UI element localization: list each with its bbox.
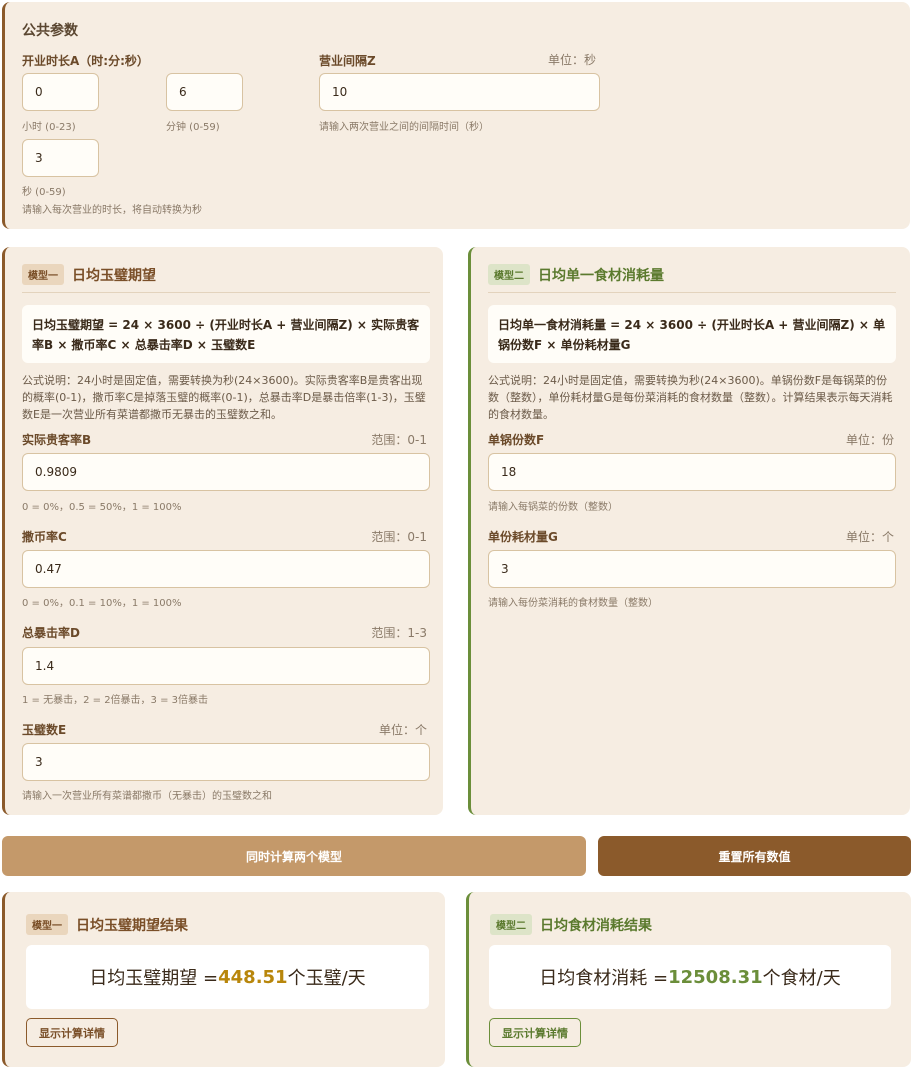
model2-header: 模型二 日均单一食材消耗量	[488, 264, 664, 285]
result2-tag: 模型二	[490, 914, 532, 935]
f-unit: 单位：份	[845, 433, 894, 447]
d-hint: 1 = 无暴击，2 = 2倍暴击，3 = 3倍暴击	[22, 695, 209, 706]
model2-tag: 模型二	[488, 264, 530, 285]
hours-hint: 小时 (0-23)	[22, 122, 76, 133]
d-label: 总暴击率D	[22, 626, 80, 640]
result2-title: 日均食材消耗结果	[540, 917, 652, 934]
interval-input[interactable]	[319, 73, 600, 111]
c-unit: 范围：0-1	[371, 530, 427, 544]
minutes-input[interactable]	[166, 73, 243, 111]
seconds-hint: 秒 (0-59)	[22, 187, 66, 198]
result2-detail-button[interactable]: 显示计算详情	[489, 1018, 581, 1047]
minutes-hint: 分钟 (0-59)	[166, 122, 220, 133]
d-unit: 范围：1-3	[371, 626, 427, 640]
model2-divider	[488, 292, 896, 293]
hours-input[interactable]	[22, 73, 99, 111]
result1-prefix: 日均玉璧期望 =	[89, 968, 219, 989]
result1-display: 日均玉璧期望 = 448.51 个玉璧/天	[26, 945, 429, 1009]
result1-header: 模型一 日均玉璧期望结果	[26, 914, 188, 935]
g-input[interactable]	[488, 550, 896, 588]
e-label: 玉璧数E	[22, 723, 67, 737]
duration-help: 请输入每次营业的时长，将自动转换为秒	[22, 205, 202, 216]
result1-tag: 模型一	[26, 914, 68, 935]
interval-label: 营业间隔Z	[319, 54, 376, 68]
b-unit: 范围：0-1	[371, 433, 427, 447]
result1-suffix: 个玉璧/天	[287, 968, 366, 989]
result2-value: 12508.31	[668, 966, 763, 988]
c-label: 撒币率C	[22, 530, 67, 544]
c-hint: 0 = 0%，0.1 = 10%，1 = 100%	[22, 598, 182, 609]
interval-help: 请输入两次营业之间的间隔时间（秒）	[319, 122, 489, 133]
b-label: 实际贵客率B	[22, 433, 92, 447]
e-unit: 单位：个	[378, 723, 427, 737]
f-label: 单锅份数F	[488, 433, 545, 447]
model1-tag: 模型一	[22, 264, 64, 285]
g-label: 单份耗材量G	[488, 530, 558, 544]
result2-prefix: 日均食材消耗 =	[539, 968, 669, 989]
model1-formula: 日均玉璧期望 = 24 × 3600 ÷ (开业时长A + 营业间隔Z) × 实…	[22, 305, 430, 363]
e-hint: 请输入一次营业所有菜谱都撒币（无暴击）的玉璧数之和	[22, 791, 272, 802]
reset-all-button[interactable]: 重置所有数值	[598, 836, 911, 876]
d-input[interactable]	[22, 647, 430, 685]
model1-card: 模型一 日均玉璧期望 日均玉璧期望 = 24 × 3600 ÷ (开业时长A +…	[2, 247, 443, 815]
model2-formula: 日均单一食材消耗量 = 24 × 3600 ÷ (开业时长A + 营业间隔Z) …	[488, 305, 896, 363]
model1-header: 模型一 日均玉璧期望	[22, 264, 156, 285]
result1-detail-button[interactable]: 显示计算详情	[26, 1018, 118, 1047]
result1-value: 448.51	[218, 966, 288, 988]
result2-header: 模型二 日均食材消耗结果	[490, 914, 652, 935]
duration-label: 开业时长A（时:分:秒）	[22, 54, 149, 68]
model1-divider	[22, 292, 430, 293]
result1-title: 日均玉璧期望结果	[76, 917, 188, 934]
g-hint: 请输入每份菜消耗的食材数量（整数）	[488, 598, 658, 609]
c-input[interactable]	[22, 550, 430, 588]
g-unit: 单位：个	[845, 530, 894, 544]
model1-description: 公式说明：24小时是固定值，需要转换为秒(24×3600)。实际贵客率B是贵客出…	[22, 374, 426, 421]
interval-unit: 单位：秒	[548, 53, 597, 67]
calculate-both-button[interactable]: 同时计算两个模型	[2, 836, 586, 876]
model2-description: 公式说明：24小时是固定值，需要转换为秒(24×3600)。单锅份数F是每锅菜的…	[488, 374, 893, 421]
public-params-title: 公共参数	[22, 23, 78, 39]
b-input[interactable]	[22, 453, 430, 491]
result2-suffix: 个食材/天	[762, 968, 841, 989]
model2-title: 日均单一食材消耗量	[538, 267, 664, 284]
result1-card: 模型一 日均玉璧期望结果 日均玉璧期望 = 448.51 个玉璧/天 显示计算详…	[2, 892, 445, 1067]
public-params-card: 公共参数 开业时长A（时:分:秒） 小时 (0-23) 分钟 (0-59) 秒 …	[2, 2, 910, 229]
result2-display: 日均食材消耗 = 12508.31 个食材/天	[489, 945, 891, 1009]
model1-title: 日均玉璧期望	[72, 267, 156, 284]
model2-card: 模型二 日均单一食材消耗量 日均单一食材消耗量 = 24 × 3600 ÷ (开…	[468, 247, 910, 815]
e-input[interactable]	[22, 743, 430, 781]
f-hint: 请输入每锅菜的份数（整数）	[488, 502, 618, 513]
result2-card: 模型二 日均食材消耗结果 日均食材消耗 = 12508.31 个食材/天 显示计…	[466, 892, 911, 1067]
f-input[interactable]	[488, 453, 896, 491]
seconds-input[interactable]	[22, 139, 99, 177]
b-hint: 0 = 0%，0.5 = 50%，1 = 100%	[22, 502, 182, 513]
